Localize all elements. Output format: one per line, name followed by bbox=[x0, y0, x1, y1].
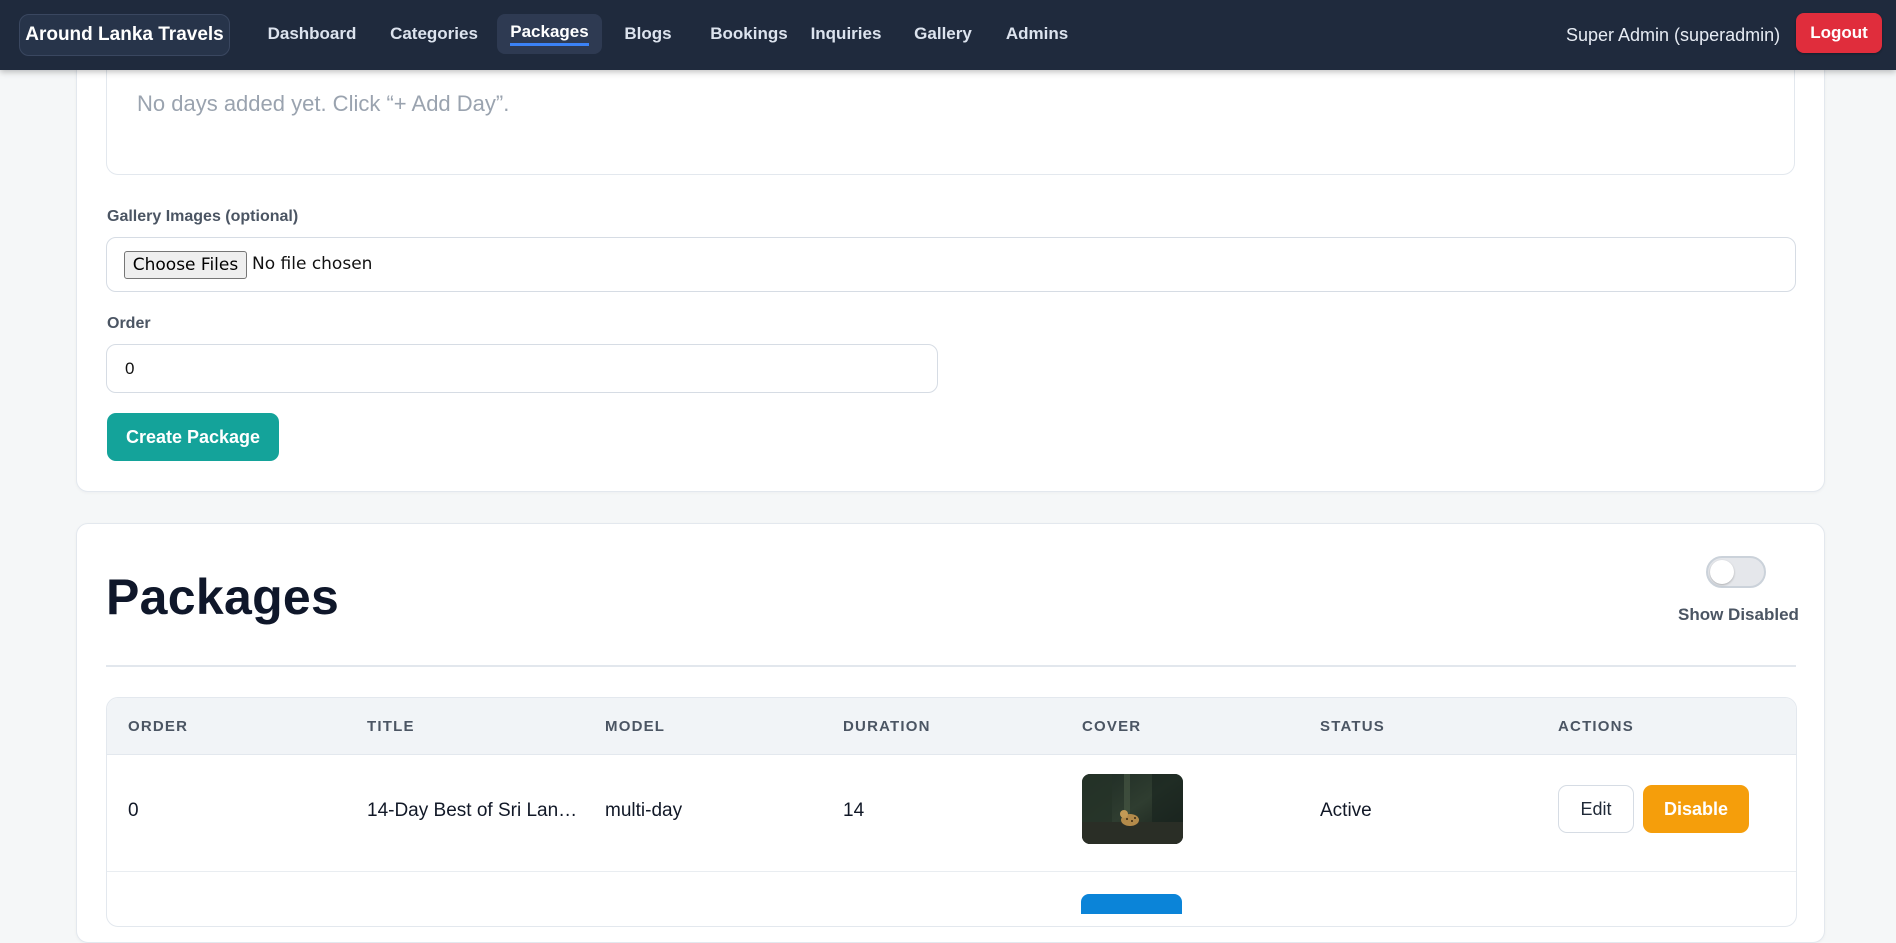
nav-item-label: Blogs bbox=[624, 24, 672, 43]
column-header-actions: ACTIONS bbox=[1558, 718, 1634, 735]
days-empty-message: No days added yet. Click “+ Add Day”. bbox=[137, 91, 510, 116]
page-title: Packages bbox=[106, 569, 340, 625]
section-divider bbox=[106, 665, 1796, 667]
disable-button[interactable]: Disable bbox=[1643, 785, 1749, 833]
cell-status: Active bbox=[1320, 800, 1372, 821]
brand-logo[interactable]: Around Lanka Travels bbox=[19, 14, 230, 56]
column-header-duration: DURATION bbox=[843, 718, 931, 735]
column-header-cover: COVER bbox=[1082, 718, 1142, 735]
next-row-cover-thumb bbox=[1081, 894, 1182, 914]
cell-title: 14-Day Best of Sri Lan… bbox=[367, 800, 578, 821]
logout-button[interactable]: Logout bbox=[1796, 13, 1882, 53]
file-status-text: No file chosen bbox=[252, 254, 373, 274]
edit-button[interactable]: Edit bbox=[1558, 785, 1634, 833]
nav-item-label: Inquiries bbox=[810, 24, 882, 43]
nav-item-admins[interactable]: Admins bbox=[996, 14, 1078, 54]
choose-files-button[interactable]: Choose Files bbox=[124, 251, 247, 279]
nav-item-label: Packages bbox=[510, 22, 589, 46]
order-label: Order bbox=[107, 315, 151, 332]
nav-item-label: Categories bbox=[390, 24, 478, 43]
gallery-images-label: Gallery Images (optional) bbox=[107, 208, 299, 225]
nav-item-categories[interactable]: Categories bbox=[378, 14, 490, 54]
nav-item-label: Gallery bbox=[914, 24, 972, 43]
nav-item-blogs[interactable]: Blogs bbox=[608, 14, 688, 54]
current-user-label: Super Admin (superadmin) bbox=[1566, 24, 1781, 45]
create-package-button[interactable]: Create Package bbox=[107, 413, 279, 461]
cell-model: multi-day bbox=[605, 800, 683, 821]
table-row: 0 14-Day Best of Sri Lan… multi-day 14 A… bbox=[107, 755, 1796, 872]
nav-item-inquiries[interactable]: Inquiries bbox=[804, 14, 888, 54]
nav-item-label: Bookings bbox=[710, 24, 788, 43]
nav-item-bookings[interactable]: Bookings bbox=[694, 14, 804, 54]
column-header-title: TITLE bbox=[367, 718, 415, 735]
cell-order: 0 bbox=[128, 800, 139, 821]
nav-item-label: Admins bbox=[1005, 24, 1069, 43]
packages-table: ORDER TITLE MODEL DURATION COVER STATUS … bbox=[106, 697, 1797, 927]
toggle-knob bbox=[1710, 560, 1734, 584]
order-input[interactable]: 0 bbox=[106, 344, 938, 393]
nav-item-packages[interactable]: Packages bbox=[497, 14, 602, 54]
top-nav: Around Lanka Travels Dashboard Categorie… bbox=[0, 0, 1896, 70]
nav-item-label: Dashboard bbox=[267, 24, 357, 43]
nav-item-dashboard[interactable]: Dashboard bbox=[256, 14, 368, 54]
column-header-order: ORDER bbox=[128, 718, 189, 735]
cell-duration: 14 bbox=[843, 800, 865, 821]
table-header: ORDER TITLE MODEL DURATION COVER STATUS … bbox=[107, 698, 1796, 755]
leopard-photo-icon bbox=[1082, 774, 1183, 844]
column-header-status: STATUS bbox=[1320, 718, 1385, 735]
column-header-model: MODEL bbox=[605, 718, 666, 735]
show-disabled-label: Show Disabled bbox=[1678, 605, 1799, 624]
nav-item-gallery[interactable]: Gallery bbox=[900, 14, 986, 54]
